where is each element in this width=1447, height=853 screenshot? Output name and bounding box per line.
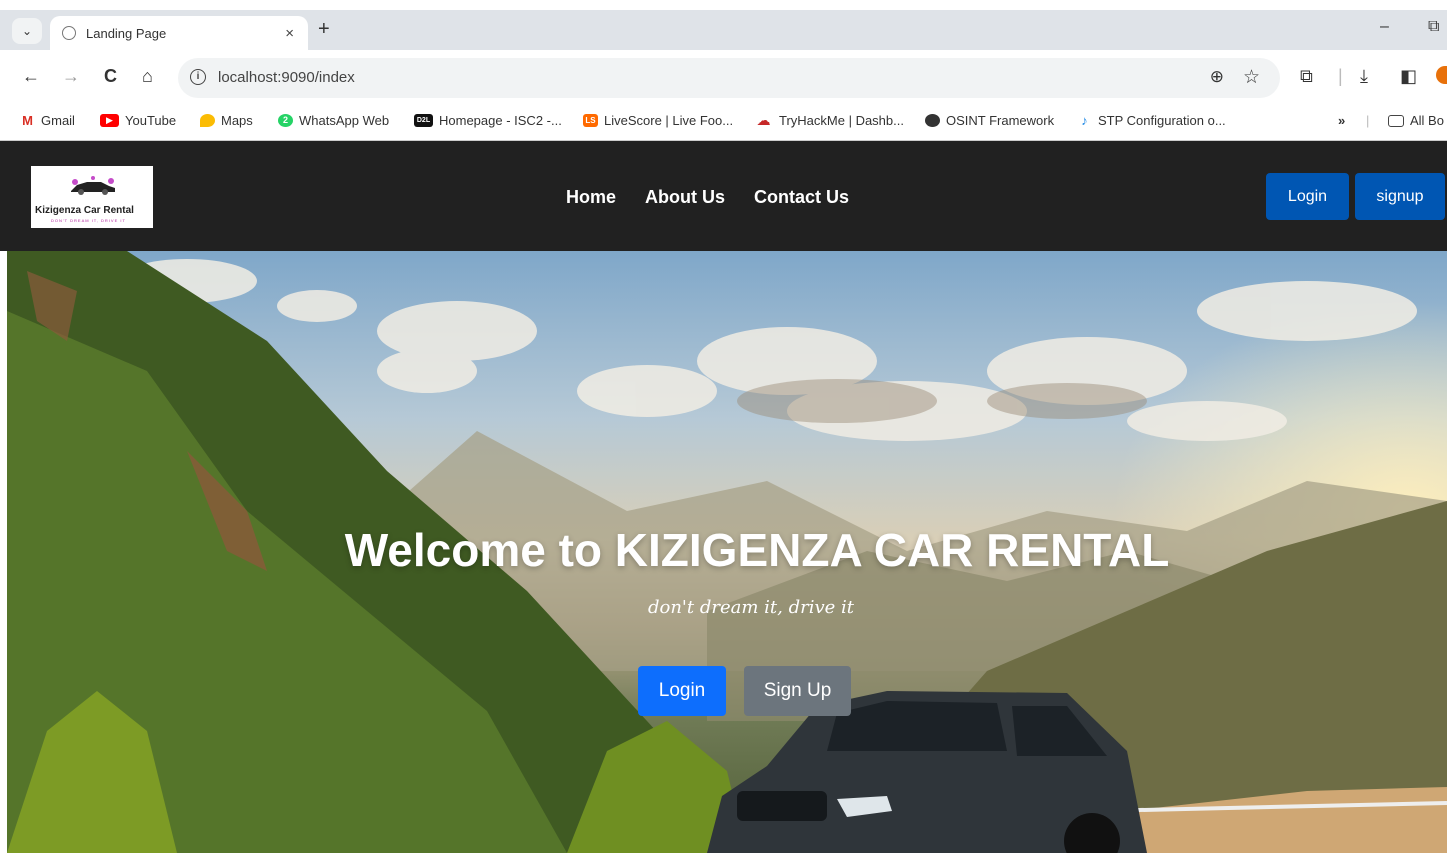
reload-icon[interactable]: C bbox=[104, 66, 117, 87]
home-icon[interactable]: ⌂ bbox=[142, 66, 153, 87]
bookmark-label: TryHackMe | Dashb... bbox=[779, 113, 904, 128]
d2l-icon: D2L bbox=[414, 114, 433, 127]
bookmark-label: Homepage - ISC2 -... bbox=[439, 113, 562, 128]
livescore-icon: LS bbox=[583, 114, 598, 127]
bookmark-whatsapp[interactable]: 2 WhatsApp Web bbox=[278, 113, 389, 128]
nav-contact-link[interactable]: Contact Us bbox=[754, 187, 849, 208]
logo-slogan: DON'T DREAM IT, DRIVE IT bbox=[51, 218, 126, 223]
bookmark-star-icon[interactable]: ☆ bbox=[1243, 66, 1260, 89]
restore-icon[interactable]: ⧉ bbox=[1428, 18, 1439, 36]
side-panel-icon[interactable]: ◧ bbox=[1400, 66, 1417, 87]
tab-search-chevron-icon[interactable]: ⌄ bbox=[12, 18, 42, 44]
hero-signup-button[interactable]: Sign Up bbox=[744, 666, 851, 716]
site-navbar: Kizigenza Car Rental DON'T DREAM IT, DRI… bbox=[0, 141, 1447, 251]
car-logo-icon bbox=[71, 176, 115, 195]
bookmark-tryhackme[interactable]: ☁ TryHackMe | Dashb... bbox=[754, 113, 904, 128]
bookmarks-bar: M Gmail ▶ YouTube Maps 2 WhatsApp Web D2… bbox=[0, 104, 1447, 141]
extensions-icon[interactable]: ⧉ bbox=[1300, 66, 1313, 87]
more-bookmarks-icon[interactable]: » bbox=[1338, 113, 1345, 128]
nav-home-link[interactable]: Home bbox=[566, 187, 616, 208]
bookmark-gmail[interactable]: M Gmail bbox=[20, 113, 75, 128]
back-icon[interactable]: ← bbox=[22, 66, 40, 87]
hero-section: Welcome to KIZIGENZA CAR RENTAL don't dr… bbox=[7, 251, 1447, 853]
minimize-icon[interactable]: – bbox=[1380, 18, 1389, 36]
youtube-icon: ▶ bbox=[100, 114, 119, 127]
address-bar[interactable]: i localhost:9090/index ⊕ ☆ bbox=[178, 58, 1280, 98]
downloads-icon[interactable]: ⤓ bbox=[1360, 66, 1368, 87]
site-logo[interactable]: Kizigenza Car Rental DON'T DREAM IT, DRI… bbox=[31, 166, 153, 228]
tryhackme-icon: ☁ bbox=[754, 113, 773, 127]
browser-chrome: ⌄ Landing Page × + – ⧉ ← → C ⌂ i localho… bbox=[0, 10, 1447, 141]
bookmark-livescore[interactable]: LS LiveScore | Live Foo... bbox=[583, 113, 733, 128]
all-bookmarks-button[interactable]: All Bo bbox=[1388, 113, 1444, 128]
bookmark-label: Gmail bbox=[41, 113, 75, 128]
bookmark-label: WhatsApp Web bbox=[299, 113, 390, 128]
nav-signup-button[interactable]: signup bbox=[1355, 173, 1445, 220]
bookmark-label: YouTube bbox=[125, 113, 177, 128]
maps-pin-icon bbox=[200, 114, 215, 127]
hero-subtitle: don't dream it, drive it bbox=[647, 597, 854, 618]
nav-about-link[interactable]: About Us bbox=[645, 187, 725, 208]
cropped-top-edge bbox=[0, 0, 1447, 10]
bookmark-youtube[interactable]: ▶ YouTube bbox=[100, 113, 176, 128]
new-tab-button[interactable]: + bbox=[318, 18, 330, 41]
bookmark-maps[interactable]: Maps bbox=[200, 113, 253, 128]
bookmark-osint[interactable]: OSINT Framework bbox=[925, 113, 1054, 128]
url-text[interactable]: localhost:9090/index bbox=[218, 69, 355, 86]
bookmark-label: STP Configuration o... bbox=[1098, 113, 1226, 128]
forward-icon[interactable]: → bbox=[62, 66, 80, 87]
globe-icon bbox=[62, 26, 76, 40]
bookmark-label: Maps bbox=[221, 113, 253, 128]
bookmark-stp[interactable]: ♪ STP Configuration o... bbox=[1077, 113, 1226, 128]
close-tab-icon[interactable]: × bbox=[285, 25, 294, 42]
bookmark-label: OSINT Framework bbox=[946, 113, 1055, 128]
profile-avatar[interactable] bbox=[1436, 66, 1447, 84]
site-info-icon[interactable]: i bbox=[190, 69, 206, 85]
gmail-icon: M bbox=[20, 114, 35, 127]
bookmarks-divider: | bbox=[1366, 113, 1370, 128]
bookmark-isc2[interactable]: D2L Homepage - ISC2 -... bbox=[414, 113, 562, 128]
bookmark-label: LiveScore | Live Foo... bbox=[604, 113, 734, 128]
tab-landing-page[interactable]: Landing Page × bbox=[50, 16, 308, 50]
browser-toolbar: ← → C ⌂ i localhost:9090/index ⊕ ☆ ⧉ | ⤓… bbox=[0, 50, 1447, 104]
all-bookmarks-label: All Bo bbox=[1410, 113, 1444, 128]
zoom-icon[interactable]: ⊕ bbox=[1210, 67, 1224, 87]
tab-title: Landing Page bbox=[86, 25, 167, 41]
folder-icon bbox=[1388, 114, 1404, 127]
nav-login-button[interactable]: Login bbox=[1266, 173, 1349, 220]
hero-title: Welcome to KIZIGENZA CAR RENTAL bbox=[344, 524, 1170, 576]
hero-login-button[interactable]: Login bbox=[638, 666, 726, 716]
logo-name: Kizigenza Car Rental bbox=[35, 205, 134, 216]
toolbar-divider: | bbox=[1338, 66, 1343, 86]
osint-globe-icon bbox=[925, 114, 940, 127]
stp-icon: ♪ bbox=[1077, 114, 1092, 127]
whatsapp-icon: 2 bbox=[278, 114, 293, 127]
tab-bar: ⌄ Landing Page × + – ⧉ bbox=[0, 10, 1447, 50]
